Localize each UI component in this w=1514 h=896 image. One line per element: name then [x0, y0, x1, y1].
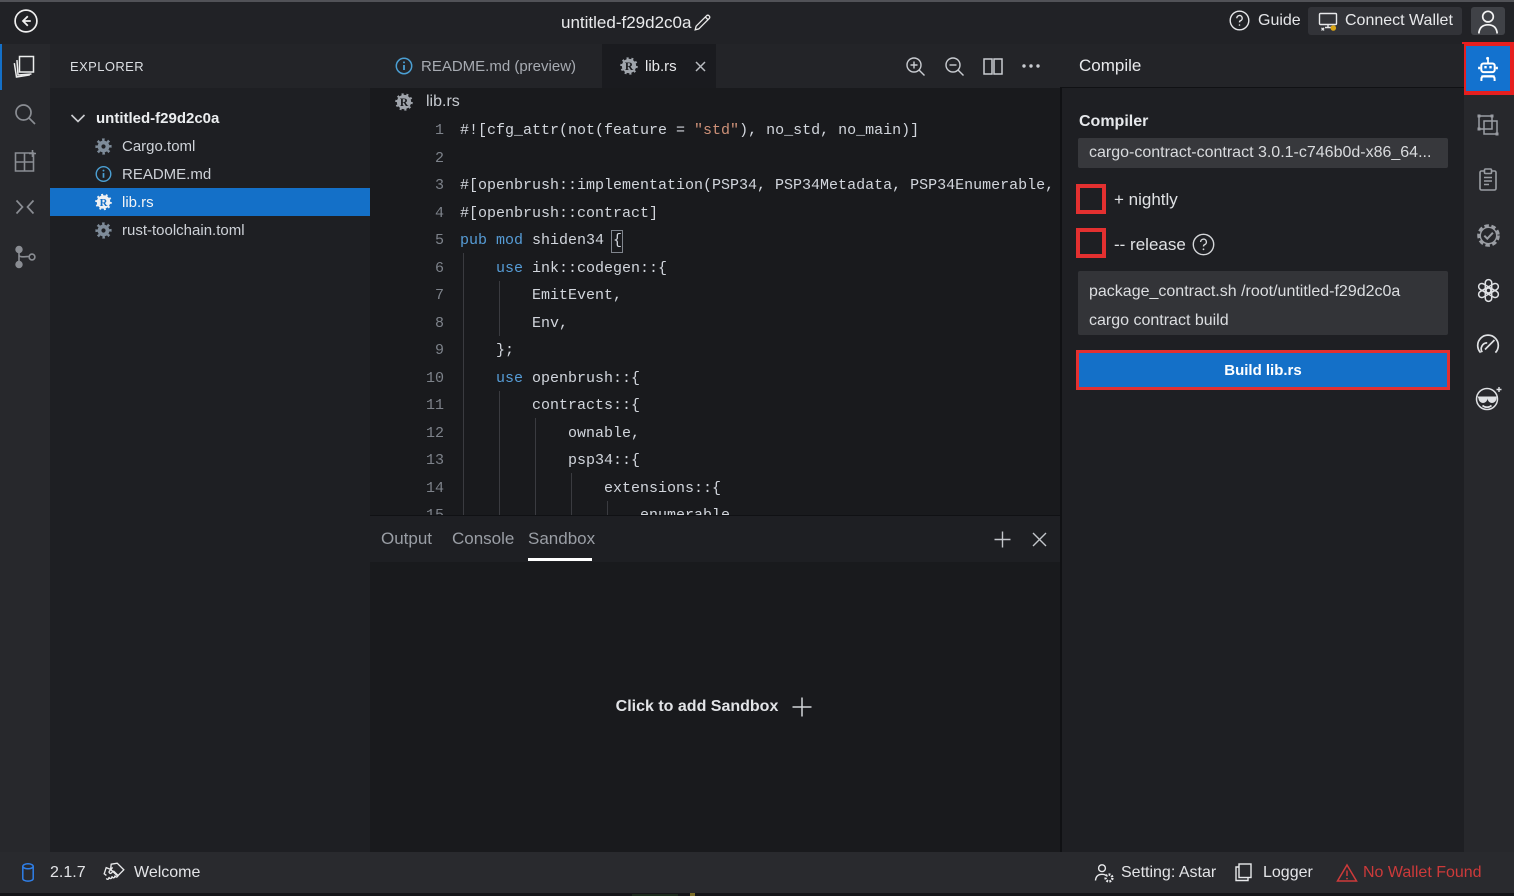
svg-text:R: R — [100, 197, 108, 209]
svg-text:R: R — [625, 61, 634, 73]
svg-text:R: R — [400, 97, 409, 109]
